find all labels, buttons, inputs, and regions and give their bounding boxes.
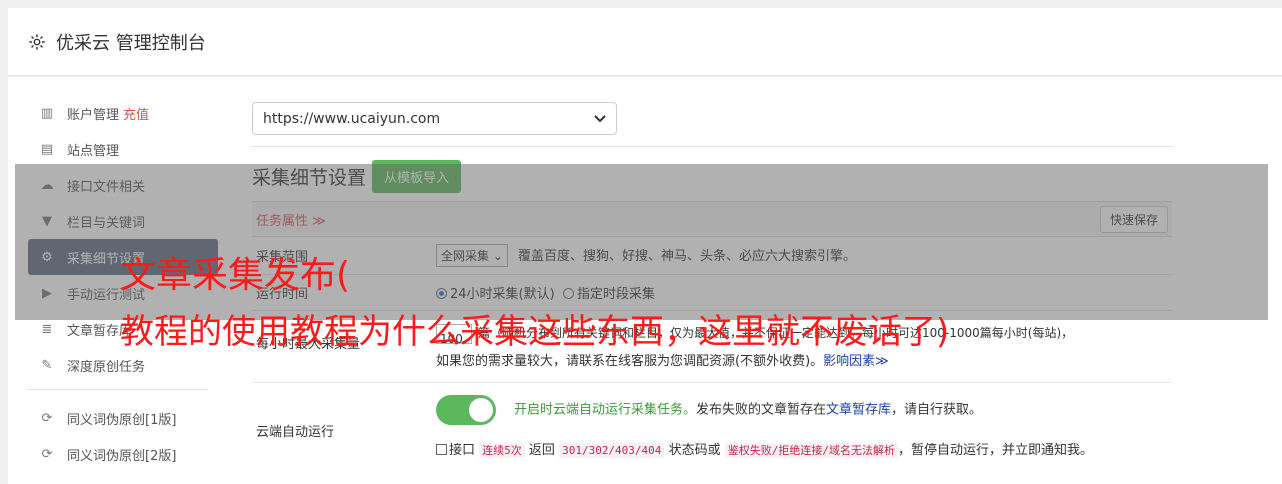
page-title: 优采云 管理控制台 [56, 32, 206, 54]
toggle-desc: 开启时云端自动运行采集任务。 [514, 402, 697, 418]
sidebar-item-label: 深度原创任务 [67, 359, 146, 375]
refresh-icon: ⟳ [41, 410, 53, 426]
site-select[interactable]: https://www.ucaiyun.com [252, 102, 617, 135]
bar-chart-icon: ▥ [40, 105, 54, 121]
max-desc-2: 如果您的需求量较大，请联系在线客服为您调配资源(不额外收费)。 [436, 354, 824, 369]
code-badge: 鉴权失败/拒绝连接/域名无法解析 [724, 443, 898, 458]
sidebar-item-label: 同义词伪原创[2版] [67, 448, 177, 464]
database-icon: ≣ [41, 321, 53, 337]
code-badge: 301/302/403/404 [559, 443, 665, 458]
row-label: 云端自动运行 [256, 425, 335, 440]
divider [252, 146, 1172, 147]
sidebar-divider [28, 389, 208, 390]
cb-prefix: 接口 [449, 443, 476, 458]
sidebar-item-synonym-v2[interactable]: ⟳ 同义词伪原创[2版] [28, 436, 218, 472]
cloud-toggle[interactable] [436, 395, 496, 425]
cloud-desc-b: ，请自行获取。 [891, 402, 983, 418]
influence-link[interactable]: 影响因素≫ [823, 354, 889, 369]
cb-mid2: 状态码或 [668, 443, 721, 458]
article-store-link[interactable]: 文章暂存库 [826, 403, 891, 418]
cloud-desc-a: 发布失败的文章暂存在 [696, 402, 827, 418]
cb-suffix: ，暂停自动运行，并立即通知我。 [897, 443, 1093, 458]
cb-mid1: 返回 [528, 443, 555, 458]
sidebar-item-account[interactable]: ▥ 账户管理 充值 [28, 95, 218, 131]
recharge-link[interactable]: 充值 [123, 104, 149, 123]
row-value: 开启时云端自动运行采集任务。发布失败的文章暂存在文章暂存库，请自行获取。 接口 … [436, 383, 1172, 473]
site-select-value: https://www.ucaiyun.com [263, 110, 441, 127]
edit-icon: ✎ [41, 357, 53, 373]
cloud-line-1: 开启时云端自动运行采集任务。发布失败的文章暂存在文章暂存库，请自行获取。 [436, 395, 1172, 425]
sidebar-item-label: 站点管理 [67, 143, 120, 159]
overlay-title-line-2: 教程的使用教程为什么采集这些东西，这里就不废话了) [120, 312, 950, 352]
gear-icon [29, 33, 45, 50]
refresh-icon: ⟳ [41, 446, 53, 462]
row-cloud: 云端自动运行 开启时云端自动运行采集任务。发布失败的文章暂存在文章暂存库，请自行… [252, 383, 1172, 473]
sidebar-item-sites[interactable]: ▤ 站点管理 [28, 131, 218, 167]
overlay-title-line-1: 文章采集发布( [120, 255, 351, 296]
server-icon: ▤ [40, 141, 54, 157]
sidebar-item-label: 同义词伪原创[1版] [67, 412, 177, 428]
sidebar-item-label: 账户管理 [67, 107, 120, 123]
code-badge: 连续5次 [479, 443, 525, 458]
chevron-down-icon [594, 114, 606, 122]
sidebar-item-synonym-v1[interactable]: ⟳ 同义词伪原创[1版] [28, 400, 218, 436]
pause-checkbox[interactable] [436, 444, 447, 455]
top-header: 优采云 管理控制台 [8, 8, 1282, 76]
cloud-line-2: 接口 连续5次 返回 301/302/403/404 状态码或 鉴权失败/拒绝连… [436, 439, 1172, 458]
